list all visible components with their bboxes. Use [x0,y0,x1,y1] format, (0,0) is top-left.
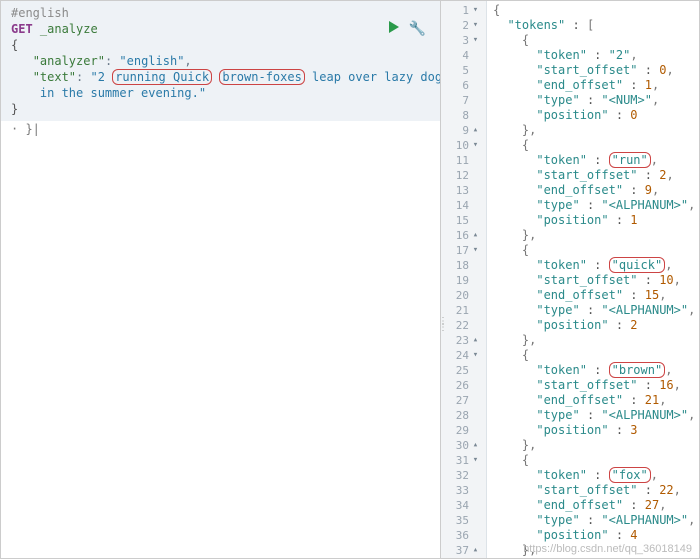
code-line: }, [493,333,695,348]
line-number: 17▾ [441,243,480,258]
body-close: } [11,101,440,117]
line-number: 26 [441,378,480,393]
code-line: }, [493,438,695,453]
highlight-token: "fox" [609,467,651,483]
text-wrap-line: in the summer evening." [11,85,440,101]
line-number: 33 [441,483,480,498]
line-number: 29 [441,423,480,438]
line-number: 10▾ [441,138,480,153]
line-number: 27 [441,393,480,408]
code-line: "start_offset" : 2, [493,168,695,183]
line-number: 1▾ [441,3,480,18]
code-line: { [493,453,695,468]
code-line: { [493,3,695,18]
code-line: { [493,348,695,363]
code-line: "token" : "2", [493,48,695,63]
code-line: "end_offset" : 9, [493,183,695,198]
request-line: GET _analyze [11,21,440,37]
code-line: "end_offset" : 15, [493,288,695,303]
code-line: }, [493,123,695,138]
line-number: 37▴ [441,543,480,558]
code-line: { [493,33,695,48]
response-code[interactable]: { "tokens" : [ { "token" : "2", "start_o… [487,1,699,558]
code-line: "start_offset" : 0, [493,63,695,78]
line-number: 32 [441,468,480,483]
line-number: 8 [441,108,480,123]
body-open: { [11,37,440,53]
code-line: "type" : "<ALPHANUM>", [493,303,695,318]
code-line: "start_offset" : 16, [493,378,695,393]
code-line: "position" : 3 [493,423,695,438]
action-icons: 🔧 [389,21,426,37]
wrench-icon[interactable]: 🔧 [409,21,426,37]
line-number: 28 [441,408,480,423]
code-line: "position" : 4 [493,528,695,543]
request-block[interactable]: 🔧 #english GET _analyze { "analyzer": "e… [1,1,440,121]
line-number: 14 [441,198,480,213]
code-line: "token" : "fox", [493,468,695,483]
line-number: 11 [441,153,480,168]
analyzer-line: "analyzer": "english", [11,53,440,69]
line-number: 3▾ [441,33,480,48]
line-number: 35 [441,513,480,528]
request-pane[interactable]: 🔧 #english GET _analyze { "analyzer": "e… [1,1,441,558]
line-number: 30▴ [441,438,480,453]
line-number: 25 [441,363,480,378]
code-line: { [493,138,695,153]
line-number: 6 [441,78,480,93]
line-number: 16▴ [441,228,480,243]
code-line: "position" : 0 [493,108,695,123]
line-number: 2▾ [441,18,480,33]
splitter-grip-icon[interactable]: ⋮⋮ [441,319,448,331]
highlight-brown-foxes: brown-foxes [219,69,304,85]
highlight-running-quick: running Quick [112,69,212,85]
line-number: 18 [441,258,480,273]
line-number: 9▴ [441,123,480,138]
line-number: 34 [441,498,480,513]
code-line: "end_offset" : 21, [493,393,695,408]
code-line: "type" : "<ALPHANUM>", [493,198,695,213]
highlight-token: "brown" [609,362,666,378]
code-line: "end_offset" : 1, [493,78,695,93]
code-line: "tokens" : [ [493,18,695,33]
line-number: 31▾ [441,453,480,468]
line-number-gutter: 1▾2▾3▾456789▴10▾111213141516▴17▾18192021… [441,1,487,558]
line-number: 20 [441,288,480,303]
text-line: "text": "2 running Quick brown-foxes lea… [11,69,440,85]
line-number: 23▴ [441,333,480,348]
code-line: "start_offset" : 22, [493,483,695,498]
line-number: 36 [441,528,480,543]
code-line: "token" : "run", [493,153,695,168]
code-line: "token" : "quick", [493,258,695,273]
code-line: "start_offset" : 10, [493,273,695,288]
highlight-token: "quick" [609,257,666,273]
line-number: 7 [441,93,480,108]
cursor-tail: · }| [1,121,440,137]
code-line: "token" : "brown", [493,363,695,378]
code-line: }, [493,228,695,243]
code-line: "end_offset" : 27, [493,498,695,513]
line-number: 19 [441,273,480,288]
line-number: 13 [441,183,480,198]
highlight-token: "run" [609,152,651,168]
line-number: 4 [441,48,480,63]
response-pane[interactable]: ⋮⋮ 1▾2▾3▾456789▴10▾111213141516▴17▾18192… [441,1,699,558]
watermark: https://blog.csdn.net/qq_36018149 [523,543,692,555]
code-line: "type" : "<ALPHANUM>", [493,408,695,423]
line-number: 12 [441,168,480,183]
code-line: "type" : "<ALPHANUM>", [493,513,695,528]
line-number: 5 [441,63,480,78]
play-icon[interactable] [389,21,399,33]
code-line: { [493,243,695,258]
comment-line: #english [11,5,440,21]
line-number: 24▾ [441,348,480,363]
code-line: "type" : "<NUM>", [493,93,695,108]
code-line: "position" : 1 [493,213,695,228]
code-line: "position" : 2 [493,318,695,333]
line-number: 15 [441,213,480,228]
